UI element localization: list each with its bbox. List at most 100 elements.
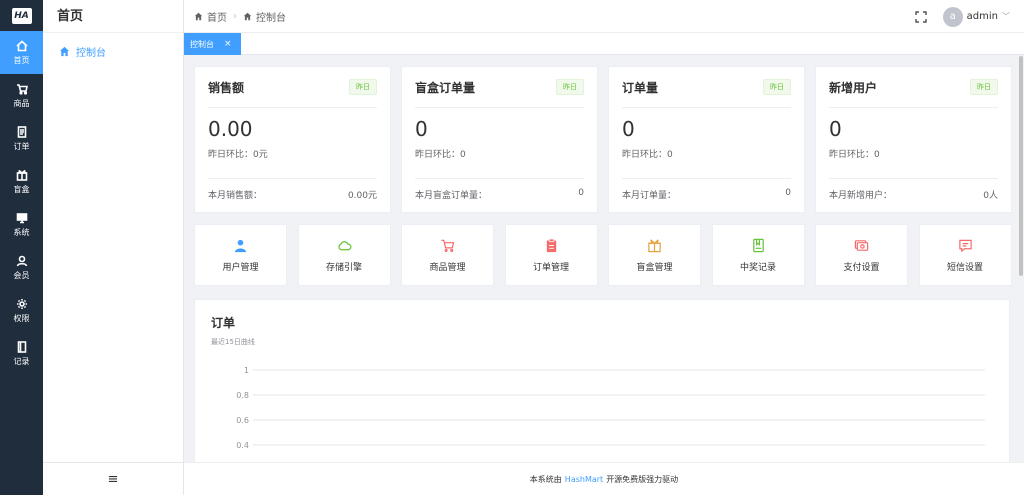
- status-badge: 昨日: [349, 79, 377, 95]
- cart-icon: [441, 239, 455, 252]
- book-icon: [17, 340, 26, 353]
- stat-foot-value: 0.00元: [347, 191, 377, 201]
- sub-menu: 首页 控制台 ≡: [43, 0, 184, 495]
- shortcut-label: 短信设置: [946, 262, 983, 273]
- shortcut-storage-engine[interactable]: 存储引擎: [297, 224, 391, 286]
- shortcut-label: 商品管理: [429, 262, 466, 273]
- submenu-item-label: 控制台: [76, 47, 106, 59]
- top-header: 首页 › 控制台 a admin ﹀: [184, 0, 1024, 33]
- user-icon: [16, 255, 27, 266]
- shortcut-sms-settings[interactable]: 短信设置: [918, 224, 1012, 286]
- footer-prefix: 本系统由: [529, 474, 562, 484]
- gear-icon: [16, 298, 27, 309]
- submenu-title: 首页: [43, 0, 183, 33]
- stat-title: 销售额: [208, 80, 245, 95]
- rail-item-blindbox[interactable]: 盲盒: [0, 160, 43, 203]
- orders-line-chart: 1 0.8 0.6 0.4: [236, 366, 985, 450]
- shortcut-label: 用户管理: [222, 262, 259, 273]
- stat-foot-value: 0人: [983, 191, 998, 201]
- stat-compare: 昨日环比：0元: [208, 150, 268, 160]
- rail-item-label: 记录: [13, 356, 30, 366]
- chevron-down-icon[interactable]: ﹀: [1002, 11, 1010, 22]
- home-icon: [59, 46, 70, 56]
- stat-foot-label: 本月新增用户：: [829, 191, 893, 201]
- status-badge: 昨日: [763, 79, 791, 95]
- submenu-item-dashboard[interactable]: 控制台: [43, 41, 183, 61]
- stat-foot-label: 本月销售额：: [208, 191, 263, 201]
- rail-item-label: 会员: [13, 270, 30, 280]
- tab-label: 控制台: [190, 39, 214, 49]
- status-badge: 昨日: [970, 79, 998, 95]
- chart-title: 订单: [211, 316, 236, 330]
- stat-title: 新增用户: [829, 80, 878, 95]
- shortcut-label: 盲盒管理: [636, 262, 673, 273]
- chart-subtitle: 最近15日曲线: [211, 338, 255, 346]
- breadcrumb-item[interactable]: 首页: [207, 9, 227, 24]
- rail-item-label: 盲盒: [13, 184, 30, 194]
- tabs-bar: 控制台 ×: [184, 33, 1024, 55]
- payment-icon: [854, 239, 869, 251]
- scrollbar[interactable]: [1019, 56, 1023, 276]
- rail-item-label: 订单: [13, 141, 30, 151]
- shortcut-goods-management[interactable]: 商品管理: [401, 224, 494, 286]
- logo[interactable]: HA: [0, 0, 43, 31]
- stat-compare: 昨日环比：0: [415, 150, 466, 160]
- box-icon: [16, 169, 27, 181]
- footer-brand-link[interactable]: HashMart: [565, 475, 603, 484]
- rail-item-records[interactable]: 记录: [0, 332, 43, 375]
- document-icon: [17, 125, 26, 138]
- rail-item-label: 首页: [13, 55, 30, 65]
- fullscreen-icon[interactable]: [915, 10, 927, 23]
- shortcut-label: 订单管理: [532, 262, 569, 273]
- rail-item-label: 商品: [13, 98, 30, 108]
- shortcut-payment-settings[interactable]: 支付设置: [815, 224, 908, 286]
- home-icon: [15, 39, 28, 51]
- stat-compare: 昨日环比：0: [829, 150, 880, 160]
- orders-chart-card: 订单 最近15日曲线 1 0.8 0.6 0.4: [194, 299, 1010, 463]
- close-icon[interactable]: ×: [224, 39, 232, 49]
- user-menu[interactable]: admin: [967, 11, 998, 22]
- shortcut-blindbox-management[interactable]: 盲盒管理: [608, 224, 701, 286]
- home-icon: [194, 12, 203, 20]
- footer-suffix: 开源免费版强力驱动: [606, 474, 679, 484]
- y-tick-label: 0.8: [236, 391, 249, 400]
- main-content: 销售额 昨日 0.00 昨日环比：0元 本月销售额： 0.00元 盲盒订单量 昨日 0…: [184, 56, 1024, 463]
- stat-value: 0: [415, 117, 428, 141]
- stat-value: 0.00: [208, 117, 253, 141]
- shortcut-order-management[interactable]: 订单管理: [504, 224, 598, 286]
- stat-title: 盲盒订单量: [415, 80, 476, 95]
- rail-item-permissions[interactable]: 权限: [0, 289, 43, 332]
- shortcut-label: 中奖记录: [739, 262, 776, 273]
- rail-item-home[interactable]: 首页: [0, 31, 43, 74]
- stat-compare: 昨日环比：0: [622, 150, 673, 160]
- stat-foot-label: 本月盲盒订单量：: [415, 191, 488, 201]
- stat-foot-value: 0: [578, 188, 584, 198]
- breadcrumb-item: 控制台: [256, 12, 286, 24]
- monitor-icon: [16, 212, 27, 223]
- stat-card-sales: 销售额 昨日 0.00 昨日环比：0元 本月销售额： 0.00元: [194, 66, 391, 213]
- stat-foot-value: 0: [785, 188, 791, 198]
- shortcut-prize-records[interactable]: 中奖记录: [711, 224, 805, 286]
- stat-title: 订单量: [622, 80, 659, 95]
- logo-text: HA: [11, 7, 32, 24]
- rail-item-label: 系统: [13, 227, 30, 237]
- status-badge: 昨日: [556, 79, 584, 95]
- y-tick-label: 0.4: [236, 441, 249, 450]
- shortcut-user-management[interactable]: 用户管理: [194, 224, 287, 286]
- cart-icon: [16, 83, 28, 95]
- collapse-menu-button[interactable]: ≡: [43, 462, 183, 495]
- stat-card-orders: 订单量 昨日 0 昨日环比：0 本月订单量： 0: [608, 66, 805, 213]
- rail-item-system[interactable]: 系统: [0, 203, 43, 246]
- y-tick-label: 1: [244, 366, 249, 375]
- bookmark-icon: [752, 238, 764, 252]
- y-tick-label: 0.6: [236, 416, 249, 425]
- clipboard-icon: [546, 238, 556, 252]
- user-icon: [234, 239, 247, 252]
- stat-foot-label: 本月订单量：: [622, 191, 677, 201]
- avatar[interactable]: a: [942, 6, 963, 27]
- tab-dashboard[interactable]: 控制台 ×: [184, 33, 241, 55]
- rail-item-members[interactable]: 会员: [0, 246, 43, 289]
- shortcut-label: 存储引擎: [325, 262, 362, 273]
- rail-item-orders[interactable]: 订单: [0, 117, 43, 160]
- rail-item-goods[interactable]: 商品: [0, 74, 43, 117]
